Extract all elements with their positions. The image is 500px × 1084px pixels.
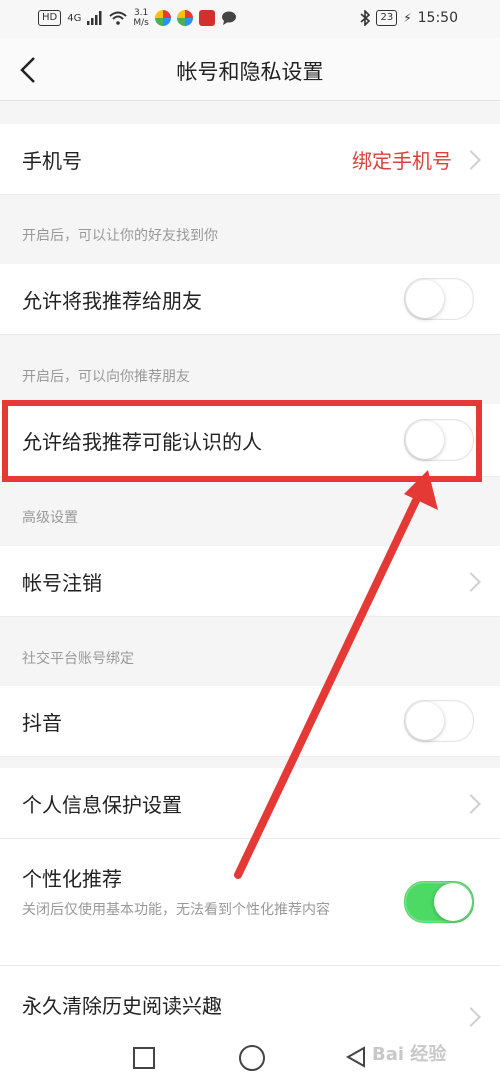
section-header: 开启后，可以向你推荐朋友 <box>22 369 190 385</box>
recent-apps-button[interactable] <box>133 1047 155 1069</box>
phone-label: 手机号 <box>22 149 82 173</box>
network-badge: HD <box>38 10 62 26</box>
charging-icon: ⚡ <box>403 11 412 25</box>
battery-icon: 23 <box>376 10 398 26</box>
system-back-button[interactable] <box>344 1045 368 1069</box>
chevron-right-icon <box>461 150 481 170</box>
douyin-row: 抖音 <box>0 686 500 757</box>
recommend-me-label: 允许将我推荐给朋友 <box>22 289 202 313</box>
status-left: HD 4G 3.1 M/s <box>38 8 237 28</box>
network-speed: 3.1 M/s <box>133 8 149 28</box>
account-cancel-row[interactable]: 帐号注销 <box>0 546 500 617</box>
signal-bars-icon <box>87 11 102 25</box>
personalized-label: 个性化推荐 <box>22 867 122 891</box>
bluetooth-icon <box>360 10 371 26</box>
app-notification-icon <box>198 10 215 26</box>
chevron-right-icon <box>461 1007 481 1027</box>
annotation-highlight-box <box>2 400 482 482</box>
toggle-knob <box>434 883 472 921</box>
phone-row[interactable]: 手机号 绑定手机号 <box>0 124 500 195</box>
message-icon <box>221 11 236 25</box>
status-bar: HD 4G 3.1 M/s 23 ⚡ 15:50 <box>0 0 500 38</box>
status-right: 23 ⚡ 15:50 <box>360 10 458 26</box>
clear-history-row[interactable]: 永久清除历史阅读兴趣 <box>0 966 500 1036</box>
toggle-knob <box>406 702 444 740</box>
privacy-settings-row[interactable]: 个人信息保护设置 <box>0 768 500 839</box>
personalized-description: 关闭后仅使用基本功能，无法看到个性化推荐内容 <box>22 902 330 918</box>
recommend-me-toggle[interactable] <box>404 278 474 320</box>
watermark: Bai 经验 <box>372 1044 447 1065</box>
recommend-me-row: 允许将我推荐给朋友 <box>0 264 500 335</box>
home-button[interactable] <box>239 1045 265 1071</box>
section-header: 高级设置 <box>22 510 78 526</box>
navigation-bar: 帐号和隐私设置 <box>0 38 500 101</box>
douyin-toggle[interactable] <box>404 700 474 742</box>
signal-label: 4G <box>67 12 82 24</box>
privacy-settings-label: 个人信息保护设置 <box>22 793 182 817</box>
personalized-toggle[interactable] <box>404 881 474 923</box>
app-notification-icon <box>154 10 171 26</box>
speed-value: 3.1 <box>133 8 149 18</box>
douyin-label: 抖音 <box>22 711 62 735</box>
chevron-right-icon <box>461 794 481 814</box>
clear-history-label: 永久清除历史阅读兴趣 <box>22 994 222 1018</box>
clock: 15:50 <box>417 10 458 26</box>
toggle-knob <box>406 280 444 318</box>
section-header: 社交平台账号绑定 <box>22 651 134 667</box>
account-cancel-label: 帐号注销 <box>22 571 102 595</box>
app-notification-icon <box>176 10 193 26</box>
page-title: 帐号和隐私设置 <box>176 60 324 84</box>
speed-unit: M/s <box>133 18 149 28</box>
personalized-row: 个性化推荐 关闭后仅使用基本功能，无法看到个性化推荐内容 <box>0 839 500 966</box>
bind-phone-link[interactable]: 绑定手机号 <box>352 145 452 174</box>
chevron-right-icon <box>461 572 481 592</box>
wifi-icon <box>109 11 128 25</box>
section-header: 开启后，可以让你的好友找到你 <box>22 228 218 244</box>
